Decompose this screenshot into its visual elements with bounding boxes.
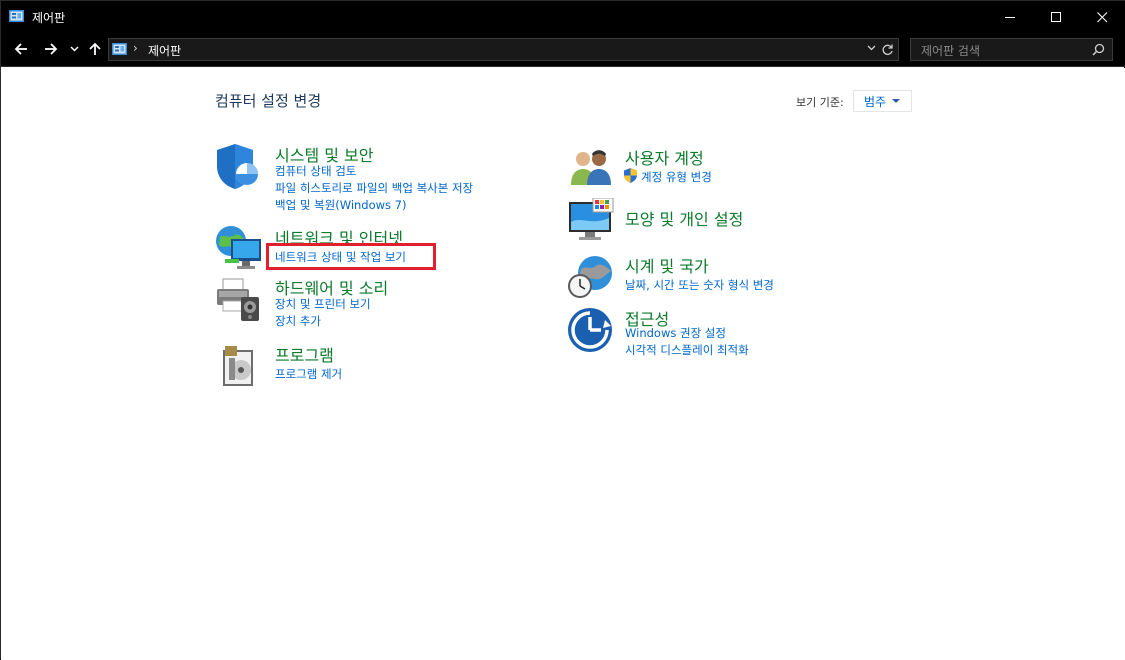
view-by-dropdown[interactable]: 범주 xyxy=(853,90,912,112)
category-appearance: 모양 및 개인 설정 xyxy=(567,198,887,246)
printer-icon[interactable] xyxy=(215,275,263,323)
category-hardware-sound: 하드웨어 및 소리 장치 및 프린터 보기 장치 추가 xyxy=(215,275,535,329)
accessibility-icon[interactable] xyxy=(567,306,615,354)
chevron-down-icon[interactable] xyxy=(867,45,876,51)
search-input[interactable]: 제어판 검색 xyxy=(921,42,980,59)
link-windows-recommended[interactable]: Windows 권장 설정 xyxy=(625,325,726,341)
breadcrumb-separator[interactable]: › xyxy=(133,41,138,55)
search-box[interactable]: 제어판 검색 xyxy=(910,38,1113,61)
highlight-box xyxy=(266,243,436,270)
users-icon[interactable] xyxy=(567,145,615,193)
address-bar[interactable]: › 제어판 xyxy=(108,38,899,61)
chevron-down-icon xyxy=(69,46,79,52)
category-title-programs[interactable]: 프로그램 xyxy=(275,342,334,366)
breadcrumb-item[interactable]: 제어판 xyxy=(148,42,181,59)
control-panel-icon xyxy=(112,43,127,55)
maximize-icon xyxy=(1050,11,1061,22)
link-review-status[interactable]: 컴퓨터 상태 검토 xyxy=(275,163,356,179)
up-button[interactable] xyxy=(87,39,103,59)
link-change-account-type[interactable]: 계정 유형 변경 xyxy=(641,169,712,185)
refresh-icon[interactable] xyxy=(881,43,894,56)
back-button[interactable] xyxy=(12,39,30,59)
link-file-history[interactable]: 파일 히스토리로 파일의 백업 복사본 저장 xyxy=(275,180,473,196)
close-button[interactable] xyxy=(1079,1,1125,33)
title-bar[interactable]: 제어판 xyxy=(1,1,1125,33)
link-backup-restore[interactable]: 백업 및 복원(Windows 7) xyxy=(275,197,407,213)
category-ease-of-access: 접근성 Windows 권장 설정 시각적 디스플레이 최적화 xyxy=(567,306,887,358)
view-by-value: 범주 xyxy=(864,94,887,109)
close-icon xyxy=(1096,11,1107,22)
arrow-left-icon xyxy=(14,43,27,55)
arrow-right-icon xyxy=(45,43,58,55)
forward-button[interactable] xyxy=(42,39,60,59)
personalization-icon[interactable] xyxy=(567,198,615,246)
category-system-security: 시스템 및 보안 컴퓨터 상태 검토 파일 히스토리로 파일의 백업 복사본 저… xyxy=(215,142,535,212)
navigation-bar: › 제어판 제어판 검색 xyxy=(1,33,1125,67)
uac-shield-icon xyxy=(624,168,637,183)
category-user-accounts: 사용자 계정 계정 유형 변경 xyxy=(567,145,887,189)
link-uninstall-program[interactable]: 프로그램 제거 xyxy=(275,366,342,382)
page-title: 컴퓨터 설정 변경 xyxy=(215,92,322,110)
category-title-appearance[interactable]: 모양 및 개인 설정 xyxy=(625,206,743,230)
category-clock-region: 시계 및 국가 날짜, 시간 또는 숫자 형식 변경 xyxy=(567,253,887,303)
recent-locations-button[interactable] xyxy=(68,39,80,59)
control-panel-window: 제어판 › 제어판 제어판 검색 컴퓨터 설정 변경 보기 기준: 범주 시스템… xyxy=(0,0,1125,660)
window-title: 제어판 xyxy=(32,11,66,25)
minimize-icon xyxy=(1004,16,1015,18)
maximize-button[interactable] xyxy=(1033,1,1079,33)
link-add-device[interactable]: 장치 추가 xyxy=(275,313,321,329)
programs-icon[interactable] xyxy=(215,342,263,390)
view-by-label: 보기 기준: xyxy=(796,96,844,109)
network-globe-icon[interactable] xyxy=(215,225,263,273)
shield-icon[interactable] xyxy=(215,142,263,190)
link-optimize-display[interactable]: 시각적 디스플레이 최적화 xyxy=(625,342,749,358)
arrow-up-icon xyxy=(89,42,101,55)
category-programs: 프로그램 프로그램 제거 xyxy=(215,342,535,388)
control-panel-icon xyxy=(9,10,24,22)
minimize-button[interactable] xyxy=(987,1,1033,33)
link-date-time-format[interactable]: 날짜, 시간 또는 숫자 형식 변경 xyxy=(625,277,774,293)
chevron-down-icon xyxy=(892,99,901,103)
search-icon[interactable] xyxy=(1092,43,1105,56)
category-title-accounts[interactable]: 사용자 계정 xyxy=(625,145,704,169)
category-title-clock[interactable]: 시계 및 국가 xyxy=(625,253,709,277)
link-devices-printers[interactable]: 장치 및 프린터 보기 xyxy=(275,296,371,312)
clock-globe-icon[interactable] xyxy=(567,253,615,301)
content-area: 컴퓨터 설정 변경 보기 기준: 범주 시스템 및 보안 컴퓨터 상태 검토 파… xyxy=(1,68,1125,660)
